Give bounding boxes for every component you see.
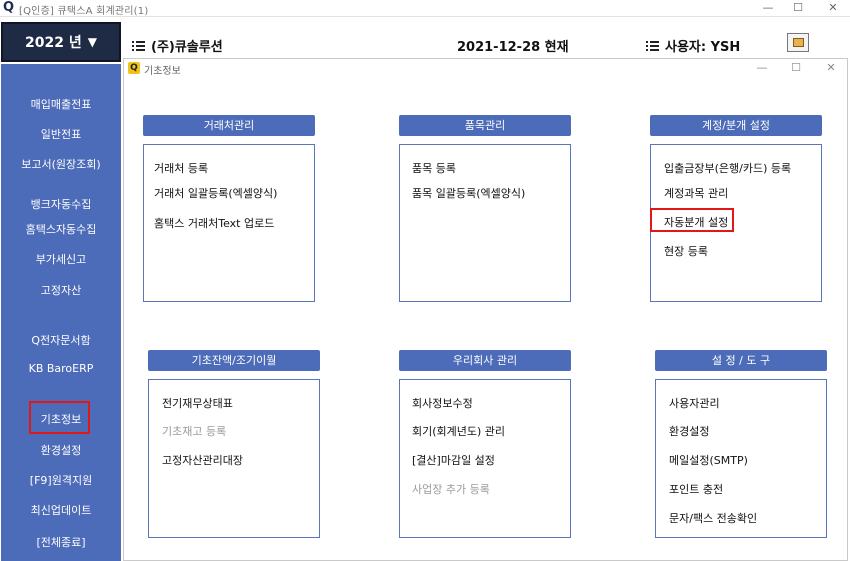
sidebar-item-general-voucher[interactable]: 일반전표 [1,126,121,142]
year-selector[interactable]: 2022 년 ▼ [1,22,121,62]
link-hometax-client-upload[interactable]: 홈택스 거래처Text 업로드 [154,215,274,231]
link-site-register[interactable]: 현장 등록 [664,243,708,259]
section-header-opening: 기초잔액/조기이월 [148,350,320,371]
link-item-bulk-excel[interactable]: 품목 일괄등록(엑셀양식) [412,185,525,201]
link-client-bulk-excel[interactable]: 거래처 일괄등록(엑셀양식) [154,185,277,201]
header-bar: (주)큐솔루션 2021-12-28 현재 사용자: YSH [122,30,850,60]
link-user-manage[interactable]: 사용자관리 [669,395,720,411]
maximize-icon[interactable]: ☐ [789,61,803,74]
sidebar-item-exit-all[interactable]: [전체종료] [1,534,121,550]
section-header-clients: 거래처관리 [143,115,315,136]
link-client-register[interactable]: 거래처 등록 [154,160,208,176]
inner-window-title: 기초정보 [144,66,181,77]
maximize-icon[interactable]: ☐ [790,1,806,14]
app-title: [Q인증] 큐택스A 회계관리(1) [19,6,149,17]
minimize-icon[interactable]: — [760,1,776,14]
inner-title-bar: Q 기초정보 — ☐ ✕ [124,59,847,77]
sidebar-item-env-settings[interactable]: 환경설정 [1,442,121,458]
section-header-tools: 설 정 / 도 구 [655,350,827,371]
list-icon [132,40,145,52]
photo-button[interactable] [787,33,809,52]
sidebar: 매입매출전표 일반전표 보고서(원장조회) 뱅크자동수집 홈택스자동수집 부가세… [1,64,121,561]
highlight-basic-info [29,401,90,434]
section-header-items: 품목관리 [399,115,571,136]
sidebar-item-reports[interactable]: 보고서(원장조회) [1,156,121,172]
link-mail-settings[interactable]: 메일설정(SMTP) [669,452,748,468]
link-account-manage[interactable]: 계정과목 관리 [664,185,728,201]
user-info: 사용자: YSH [646,36,740,55]
sidebar-item-sales-purchase-voucher[interactable]: 매입매출전표 [1,96,121,112]
section-header-accounts: 계정/분개 설정 [650,115,822,136]
link-item-register[interactable]: 품목 등록 [412,160,456,176]
link-fiscal-year-manage[interactable]: 회기(회계년도) 관리 [412,423,505,439]
minimize-icon[interactable]: — [755,61,769,74]
image-icon [793,38,804,47]
sidebar-item-vat-report[interactable]: 부가세신고 [1,251,121,267]
user-text: 사용자: YSH [665,40,741,55]
link-env-settings[interactable]: 환경설정 [669,423,709,439]
sidebar-item-hometax-collect[interactable]: 홈택스자동수집 [1,221,121,237]
company-name-text: (주)큐솔루션 [151,40,223,55]
link-company-info-edit[interactable]: 회사정보수정 [412,395,473,411]
link-prior-balance-sheet[interactable]: 전기재무상태표 [162,395,233,411]
current-date: 2021-12-28 현재 [457,40,569,55]
sidebar-item-q-edocs[interactable]: Q전자문서함 [1,332,121,348]
link-closing-date-setting[interactable]: [결산]마감일 설정 [412,452,495,468]
sidebar-item-bank-collect[interactable]: 뱅크자동수집 [1,196,121,212]
link-cashbook-register[interactable]: 입출금장부(은행/카드) 등록 [664,160,791,176]
highlight-auto-journal [650,208,734,232]
link-point-charge[interactable]: 포인트 충전 [669,481,723,497]
link-fixed-asset-ledger[interactable]: 고정자산관리대장 [162,452,243,468]
close-icon[interactable]: ✕ [824,61,838,74]
sidebar-item-fixed-assets[interactable]: 고정자산 [1,282,121,298]
app-logo-icon: Q [3,0,15,15]
link-add-workplace[interactable]: 사업장 추가 등록 [412,481,490,497]
sidebar-item-update[interactable]: 최신업데이트 [1,502,121,518]
basic-info-window: Q 기초정보 — ☐ ✕ 거래처관리 거래처 등록 거래처 일괄등록(엑셀양식)… [123,58,848,561]
sidebar-item-kb-baroerp[interactable]: KB BaroERP [1,362,121,375]
inner-logo-icon: Q [128,62,140,74]
company-name: (주)큐솔루션 [132,36,223,55]
caret-down-icon: ▼ [87,35,97,49]
sidebar-item-remote-support[interactable]: [F9]원격지원 [1,472,121,488]
app-title-bar: Q [Q인증] 큐택스A 회계관리(1) — ☐ ✕ [0,0,850,17]
link-opening-inventory[interactable]: 기초재고 등록 [162,423,226,439]
section-header-company: 우리회사 관리 [399,350,571,371]
link-sms-fax-check[interactable]: 문자/팩스 전송확인 [669,510,757,526]
year-label: 2022 년 [25,35,82,51]
close-icon[interactable]: ✕ [825,1,841,14]
list-icon [646,40,659,52]
